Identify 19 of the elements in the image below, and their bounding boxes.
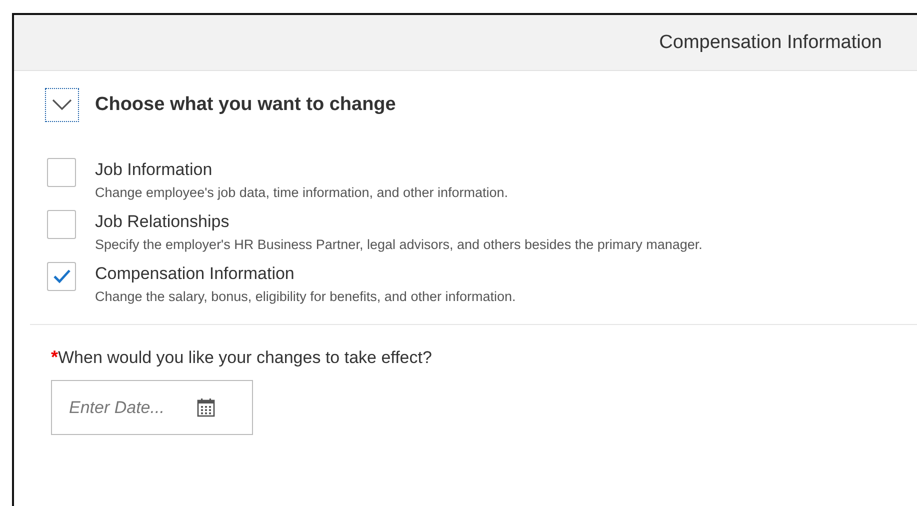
date-input[interactable]: Enter Date...: [69, 398, 189, 418]
option-label: Compensation Information: [95, 264, 296, 284]
collapse-toggle[interactable]: [45, 88, 79, 122]
section-title: Choose what you want to change: [95, 94, 396, 116]
date-field[interactable]: Enter Date...: [51, 380, 253, 435]
chevron-icon: [52, 99, 72, 111]
checkbox[interactable]: [47, 158, 76, 187]
option-description: Specify the employer's HR Business Partner, legal advisors, and others besides the primary manager.: [95, 237, 702, 252]
option-label: Job Information: [95, 160, 214, 180]
option-description: Change the salary, bonus, eligibility for benefits, and other information.: [95, 289, 516, 304]
checkmark-icon: [52, 269, 70, 284]
option-description: Change employee's job data, time information, and other information.: [95, 185, 508, 200]
checkbox[interactable]: [47, 262, 76, 291]
calendar-icon[interactable]: [197, 398, 215, 417]
checkbox[interactable]: [47, 210, 76, 239]
header-title: Compensation Information: [659, 32, 882, 54]
option-label: Job Relationships: [95, 212, 230, 232]
field-label: When would you like your changes to take effect?: [58, 348, 432, 368]
required-asterisk: *: [51, 347, 58, 368]
